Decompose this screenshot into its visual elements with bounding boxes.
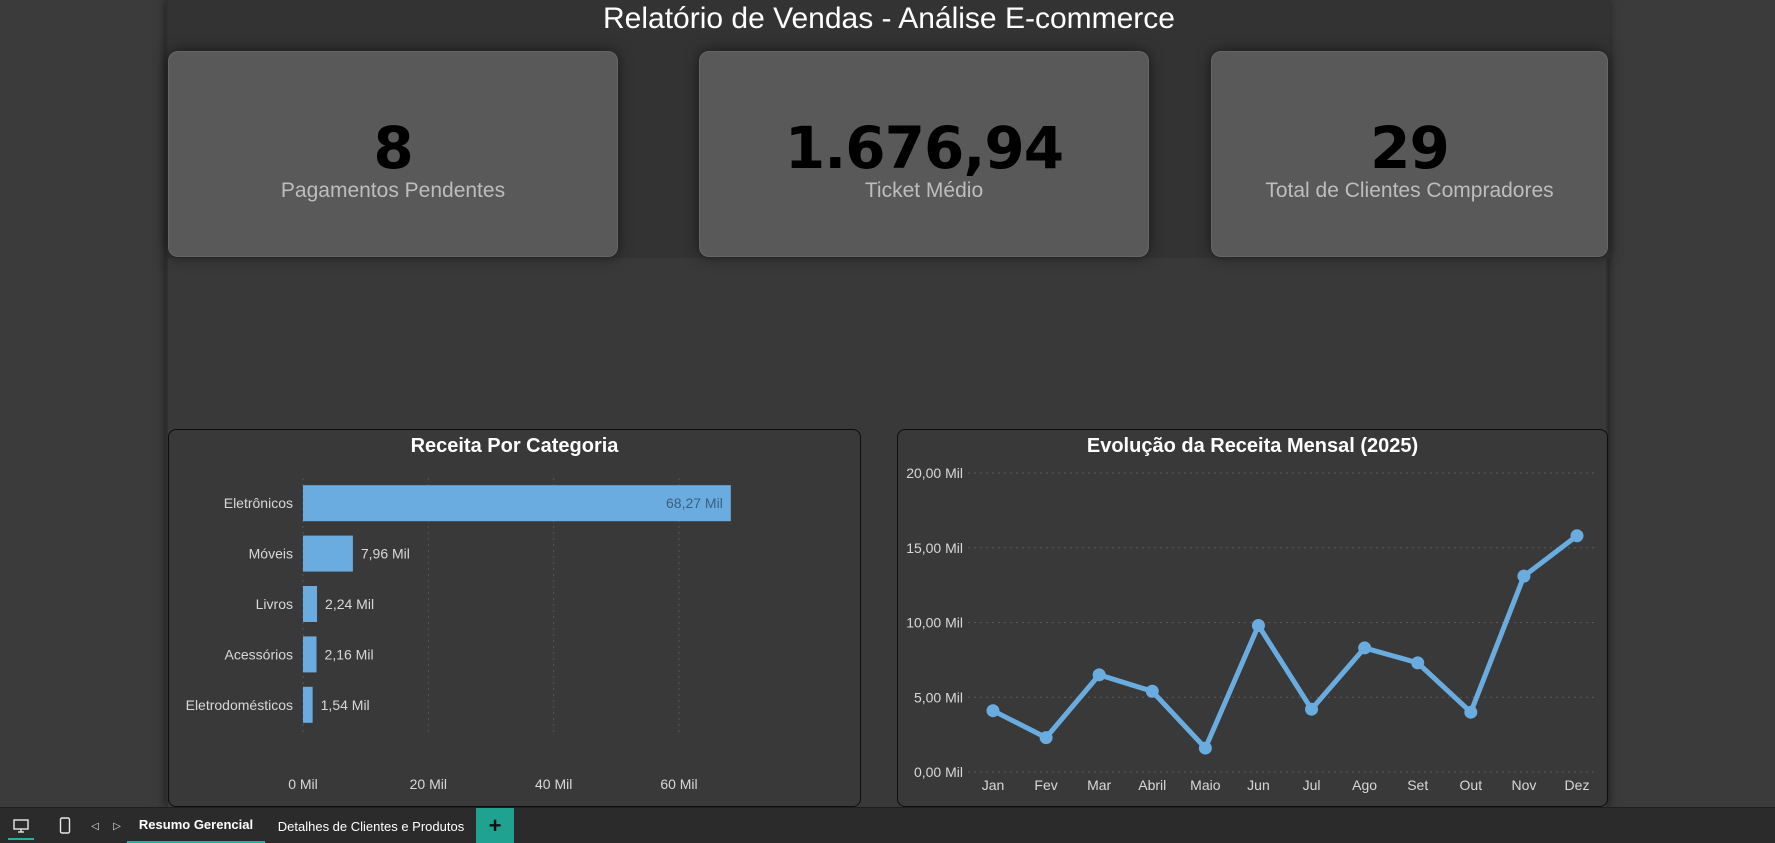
series-line (990, 533, 1580, 751)
x-tick-label: Fev (1034, 777, 1057, 793)
x-tick-label: Maio (1190, 777, 1221, 793)
desktop-icon[interactable] (8, 808, 34, 843)
data-point (1358, 641, 1372, 655)
chevron-right-icon[interactable]: ▷ (110, 808, 124, 843)
page-title: Relatório de Vendas - Análise E-commerce (603, 2, 1175, 35)
bar (303, 636, 317, 673)
data-label: 68,27 Mil (666, 495, 723, 511)
kpi-value: 1.676,94 (784, 114, 1064, 182)
data-point (1092, 668, 1106, 682)
kpi-label: Total de Clientes Compradores (1265, 179, 1554, 202)
y-tick-label: 10,00 Mil (906, 615, 963, 631)
x-tick-label: Mar (1087, 777, 1111, 793)
data-point (1039, 731, 1053, 745)
category-label: Eletrodomésticos (186, 697, 293, 713)
x-tick-label: Abril (1138, 777, 1166, 793)
kpi-card-average-ticket[interactable]: 1.676,94 Ticket Médio (699, 51, 1149, 257)
tab-resumo-gerencial[interactable]: Resumo Gerencial (127, 808, 265, 843)
y-tick-label: 0,00 Mil (914, 764, 963, 780)
category-label: Móveis (249, 546, 293, 562)
data-point (1145, 684, 1159, 698)
report-canvas: Relatório de Vendas - Análise E-commerce… (166, 0, 1610, 807)
monthly-revenue-chart[interactable]: Evolução da Receita Mensal (2025) 0,00 M… (897, 429, 1608, 807)
x-tick-label: Ago (1352, 777, 1377, 793)
data-point (1305, 702, 1319, 716)
data-point (1198, 741, 1212, 755)
kpi-card-total-customers[interactable]: 29 Total de Clientes Compradores (1211, 51, 1608, 257)
kpi-label: Pagamentos Pendentes (280, 179, 506, 202)
add-page-button[interactable]: + (476, 808, 514, 843)
x-tick-label: Jun (1247, 777, 1270, 793)
phone-icon[interactable] (54, 808, 76, 843)
revenue-by-category-chart[interactable]: Receita Por Categoria 0 Mil 20 Mil 40 Mil 6… (168, 429, 861, 807)
x-tick-label: Nov (1511, 777, 1536, 793)
data-label: 1,54 Mil (321, 697, 370, 713)
data-point (1251, 618, 1265, 632)
x-tick-label: Jul (1303, 777, 1321, 793)
data-label: 2,16 Mil (325, 646, 374, 662)
category-label: Acessórios (225, 646, 293, 662)
kpi-label: Ticket Médio (864, 179, 984, 202)
tab-detalhes-clientes-produtos[interactable]: Detalhes de Clientes e Produtos (266, 808, 476, 843)
category-label: Livros (256, 596, 293, 612)
x-tick-label: Dez (1565, 777, 1590, 793)
y-tick-label: 15,00 Mil (906, 540, 963, 556)
bar (303, 586, 318, 622)
x-tick-label: 20 Mil (410, 776, 447, 792)
chevron-left-icon[interactable]: ◁ (88, 808, 102, 843)
y-tick-label: 20,00 Mil (906, 465, 963, 481)
x-tick-label: Out (1460, 777, 1483, 793)
data-point (1411, 656, 1425, 670)
x-tick-label: 40 Mil (535, 776, 572, 792)
y-tick-label: 5,00 Mil (914, 689, 963, 705)
data-point (1570, 529, 1584, 543)
category-label: Eletrônicos (224, 495, 293, 511)
data-point (1464, 705, 1478, 719)
bar-chart-svg: 0 Mil 20 Mil 40 Mil 60 Mil Eletrônicos 68,27 … (186, 478, 731, 792)
bar (303, 686, 313, 723)
data-label: 7,96 Mil (361, 546, 410, 562)
report-stage: Relatório de Vendas - Análise E-commerce… (0, 0, 1775, 843)
x-tick-label: Set (1407, 777, 1428, 793)
line-chart-svg: 0,00 Mil 5,00 Mil 10,00 Mil 15,00 Mil 20,00 … (906, 465, 1598, 793)
data-label: 2,24 Mil (325, 596, 374, 612)
x-tick-label: Jan (982, 777, 1005, 793)
kpi-value: 29 (1370, 114, 1450, 182)
kpi-value: 8 (373, 114, 413, 182)
x-tick-label: 60 Mil (660, 776, 697, 792)
bar (303, 535, 353, 572)
page-tab-bar: ◁ ▷ Resumo Gerencial Detalhes de Cliente… (0, 807, 1775, 843)
data-point (1517, 569, 1531, 583)
x-tick-label: 0 Mil (288, 776, 318, 792)
kpi-card-pending-payments[interactable]: 8 Pagamentos Pendentes (168, 51, 618, 257)
data-point (986, 704, 1000, 718)
